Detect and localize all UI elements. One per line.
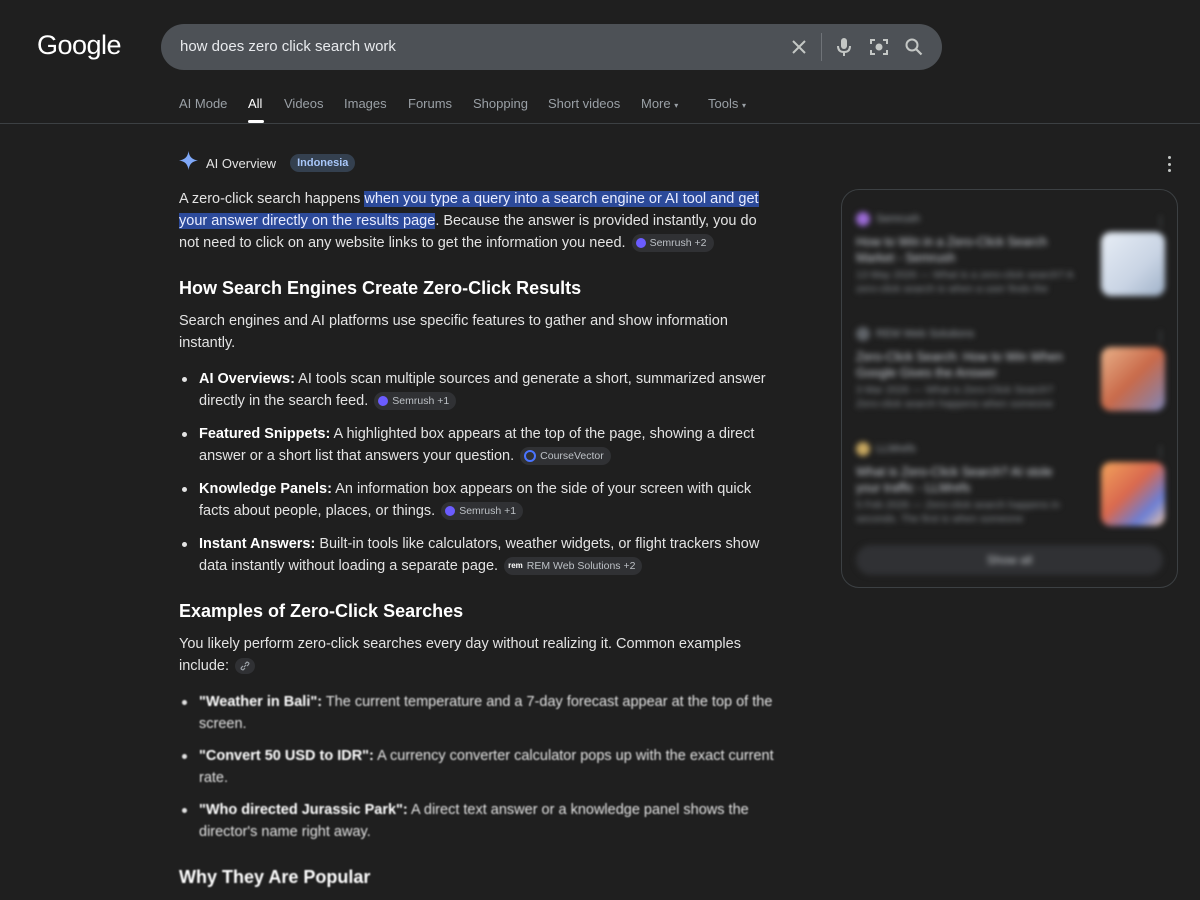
source-title: Zero-Click Search: How to Win When Googl…	[856, 350, 1064, 380]
rem-logo-icon: rem	[508, 561, 523, 571]
microphone-icon[interactable]	[832, 35, 856, 59]
source-site: Semrush	[856, 212, 1166, 226]
item-term: Instant Answers:	[199, 536, 316, 552]
source-snippet: 13 May 2026 — What is a zero-click searc…	[856, 269, 1074, 295]
header-divider	[0, 123, 1200, 124]
list-item: Featured Snippets: A highlighted box app…	[179, 423, 779, 467]
intro-paragraph: A zero-click search happens when you typ…	[179, 188, 769, 254]
semrush-icon	[445, 506, 456, 517]
search-icon[interactable]	[902, 35, 926, 59]
section-lead: You likely perform zero-click searches e…	[179, 633, 779, 677]
camera-lens-icon[interactable]	[867, 35, 891, 59]
llmrefs-icon	[856, 442, 870, 456]
source-item[interactable]: REM Web Solutions ⋮ Zero-Click Search: H…	[856, 327, 1167, 427]
section-heading: Examples of Zero-Click Searches	[179, 601, 464, 621]
semrush-icon	[378, 396, 389, 407]
tab-more-label: More	[641, 96, 671, 111]
list-item: Knowledge Panels: An information box app…	[179, 478, 779, 522]
citation-chip[interactable]: Semrush +1	[374, 392, 457, 411]
semrush-icon	[635, 238, 646, 249]
citation-label: Semrush +2	[649, 237, 707, 250]
source-thumbnail	[1101, 232, 1165, 296]
list-item: "Who directed Jurassic Park": A direct t…	[179, 799, 779, 843]
source-item[interactable]: Semrush ⋮ How to Win in a Zero-Click Sea…	[856, 212, 1167, 312]
more-options-icon[interactable]: ⋮	[1154, 214, 1167, 230]
item-term: "Who directed Jurassic Park":	[199, 802, 408, 818]
list-item: "Convert 50 USD to IDR": A currency conv…	[179, 745, 779, 789]
search-tabs: AI Mode All Videos Images Forums Shoppin…	[0, 96, 1200, 124]
source-item[interactable]: LLMrefs ⋮ What is Zero-Click Search? AI …	[856, 442, 1167, 542]
source-site: LLMrefs	[856, 442, 1166, 456]
clear-icon[interactable]	[787, 35, 811, 59]
item-term: Featured Snippets:	[199, 426, 331, 442]
tab-images[interactable]: Images	[344, 96, 387, 111]
intro-text: A zero-click search happens	[179, 191, 365, 207]
citation-chip[interactable]: Semrush +1	[441, 502, 524, 521]
item-term: Knowledge Panels:	[199, 481, 332, 497]
source-title: How to Win in a Zero-Click Search Market…	[856, 235, 1048, 265]
more-options-icon[interactable]: ⋮	[1154, 329, 1167, 345]
more-options-icon[interactable]: ⋮	[1154, 444, 1167, 460]
sparkle-icon	[179, 151, 198, 175]
citation-chip[interactable]: CourseVector	[520, 447, 611, 466]
item-term: "Convert 50 USD to IDR":	[199, 748, 374, 764]
citation-label: Semrush +1	[392, 395, 450, 408]
citation-chip[interactable]: rem REM Web Solutions +2	[504, 557, 643, 576]
tab-all[interactable]: All	[248, 96, 262, 111]
source-title: What is Zero-Click Search? AI stole your…	[856, 465, 1053, 495]
more-options-icon[interactable]	[1164, 156, 1174, 172]
show-all-button[interactable]: Show all	[856, 545, 1163, 575]
citation-label: CourseVector	[540, 450, 604, 463]
tab-more[interactable]: More ▾	[641, 96, 678, 111]
section-heading: Why They Are Popular	[179, 867, 371, 887]
semrush-icon	[856, 212, 870, 226]
caret-down-icon: ▾	[674, 101, 679, 110]
search-box[interactable]: how does zero click search work	[161, 24, 942, 70]
tab-short-videos[interactable]: Short videos	[548, 96, 620, 111]
source-snippet: 3 Mar 2026 — What is Zero-Click Search? …	[856, 384, 1054, 410]
list-item: Instant Answers: Built-in tools like cal…	[179, 533, 779, 577]
search-divider	[821, 33, 822, 61]
ai-overview-content: A zero-click search happens when you typ…	[179, 188, 779, 889]
list-item: AI Overviews: AI tools scan multiple sou…	[179, 368, 779, 412]
source-site-name: LLMrefs	[876, 443, 916, 455]
coursevector-icon	[524, 450, 537, 463]
source-site-name: Semrush	[876, 213, 921, 225]
ai-overview-title: AI Overview	[206, 155, 277, 171]
tab-ai-mode[interactable]: AI Mode	[179, 96, 227, 111]
ai-overview-header: AI Overview Indonesia	[179, 151, 356, 175]
citation-label: REM Web Solutions +2	[526, 560, 636, 573]
region-badge: Indonesia	[290, 154, 356, 172]
source-site: REM Web Solutions	[856, 327, 1166, 341]
tab-forums[interactable]: Forums	[408, 96, 452, 111]
caret-down-icon: ▾	[741, 101, 746, 110]
sources-card: Semrush ⋮ How to Win in a Zero-Click Sea…	[841, 189, 1178, 588]
section-heading: How Search Engines Create Zero-Click Res…	[179, 278, 582, 298]
section-lead: Search engines and AI platforms use spec…	[179, 313, 728, 351]
rem-icon	[856, 327, 870, 341]
link-icon[interactable]	[235, 658, 256, 675]
item-term: "Weather in Bali":	[199, 694, 323, 710]
source-thumbnail	[1101, 347, 1165, 411]
section-lead-text: You likely perform zero-click searches e…	[179, 636, 741, 674]
tab-tools-label: Tools	[708, 96, 739, 111]
citation-chip[interactable]: Semrush +2	[631, 234, 714, 253]
google-logo[interactable]: Google	[37, 30, 122, 61]
tab-shopping[interactable]: Shopping	[473, 96, 528, 111]
citation-label: Semrush +1	[459, 505, 517, 518]
item-term: AI Overviews:	[199, 371, 295, 387]
tab-videos[interactable]: Videos	[284, 96, 324, 111]
examples-list: "Weather in Bali": The current temperatu…	[179, 691, 779, 843]
search-input[interactable]: how does zero click search work	[180, 38, 396, 55]
features-list: AI Overviews: AI tools scan multiple sou…	[179, 368, 779, 577]
list-item: "Weather in Bali": The current temperatu…	[179, 691, 779, 735]
source-site-name: REM Web Solutions	[876, 328, 975, 340]
source-snippet: 5 Feb 2026 — Zero-click search happens i…	[856, 499, 1060, 525]
tab-tools[interactable]: Tools ▾	[708, 96, 746, 111]
source-thumbnail	[1101, 462, 1165, 526]
